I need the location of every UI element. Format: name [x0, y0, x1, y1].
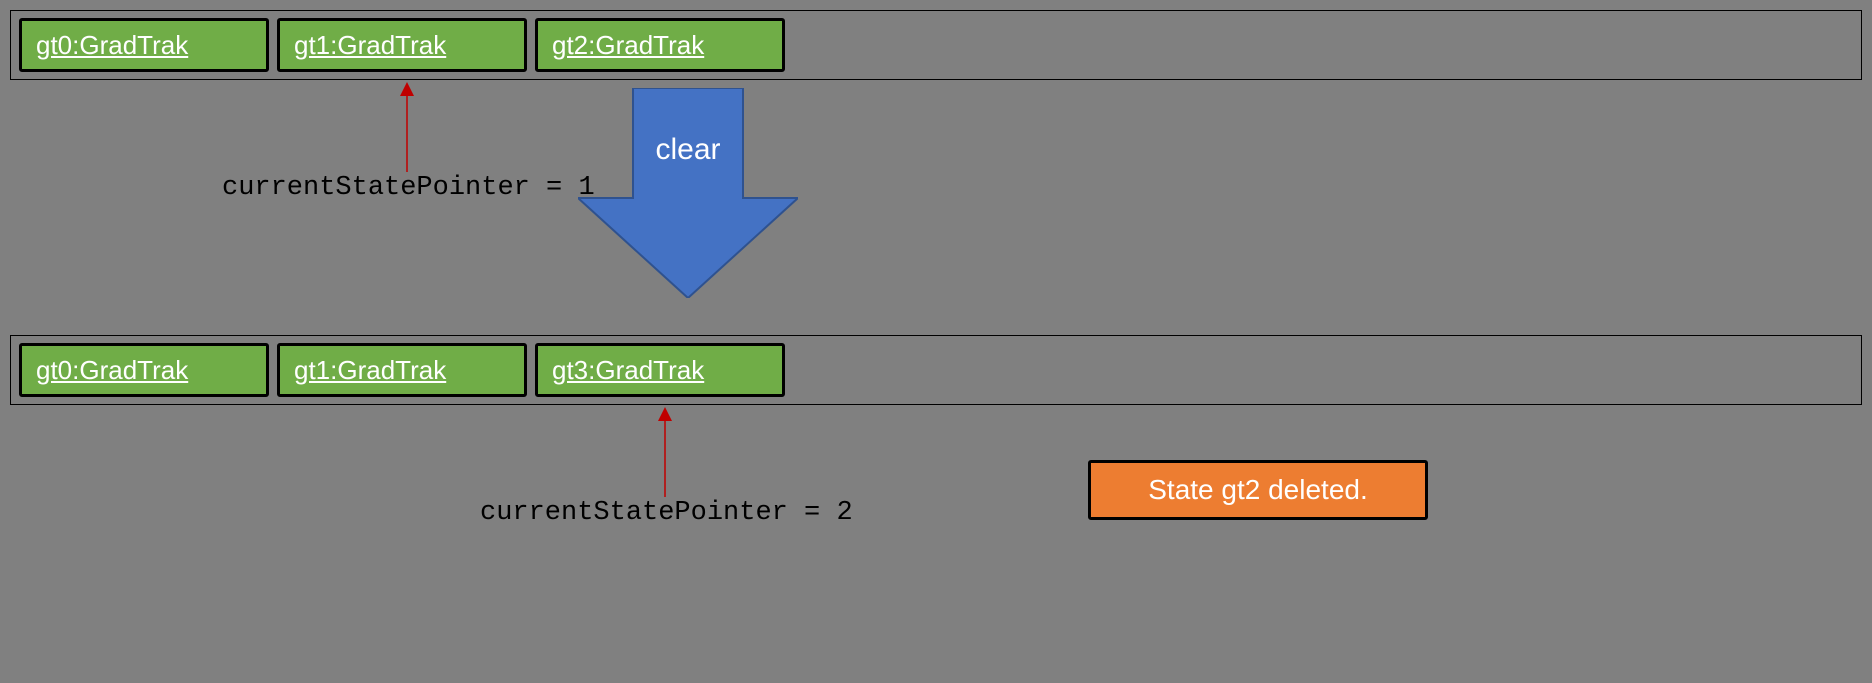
- pointer-arrow-before: [400, 82, 414, 172]
- callout-deleted: State gt2 deleted.: [1088, 460, 1428, 520]
- state-box: gt1:GradTrak: [277, 343, 527, 397]
- pointer-label-after: currentStatePointer = 2: [480, 498, 853, 528]
- state-label: gt0:GradTrak: [36, 30, 188, 61]
- callout-text: State gt2 deleted.: [1148, 474, 1368, 506]
- state-box: gt3:GradTrak: [535, 343, 785, 397]
- state-label: gt1:GradTrak: [294, 355, 446, 386]
- state-box: gt2:GradTrak: [535, 18, 785, 72]
- pointer-arrow-after: [658, 407, 672, 497]
- state-list-after: gt0:GradTrak gt1:GradTrak gt3:GradTrak: [10, 335, 1862, 405]
- state-label: gt2:GradTrak: [552, 30, 704, 61]
- state-label: gt3:GradTrak: [552, 355, 704, 386]
- transition-arrow: [578, 88, 798, 298]
- state-label: gt0:GradTrak: [36, 355, 188, 386]
- state-list-before: gt0:GradTrak gt1:GradTrak gt2:GradTrak: [10, 10, 1862, 80]
- transition-label: clear: [578, 133, 798, 167]
- state-box: gt0:GradTrak: [19, 18, 269, 72]
- state-label: gt1:GradTrak: [294, 30, 446, 61]
- state-box: gt1:GradTrak: [277, 18, 527, 72]
- pointer-label-before: currentStatePointer = 1: [222, 173, 595, 203]
- state-box: gt0:GradTrak: [19, 343, 269, 397]
